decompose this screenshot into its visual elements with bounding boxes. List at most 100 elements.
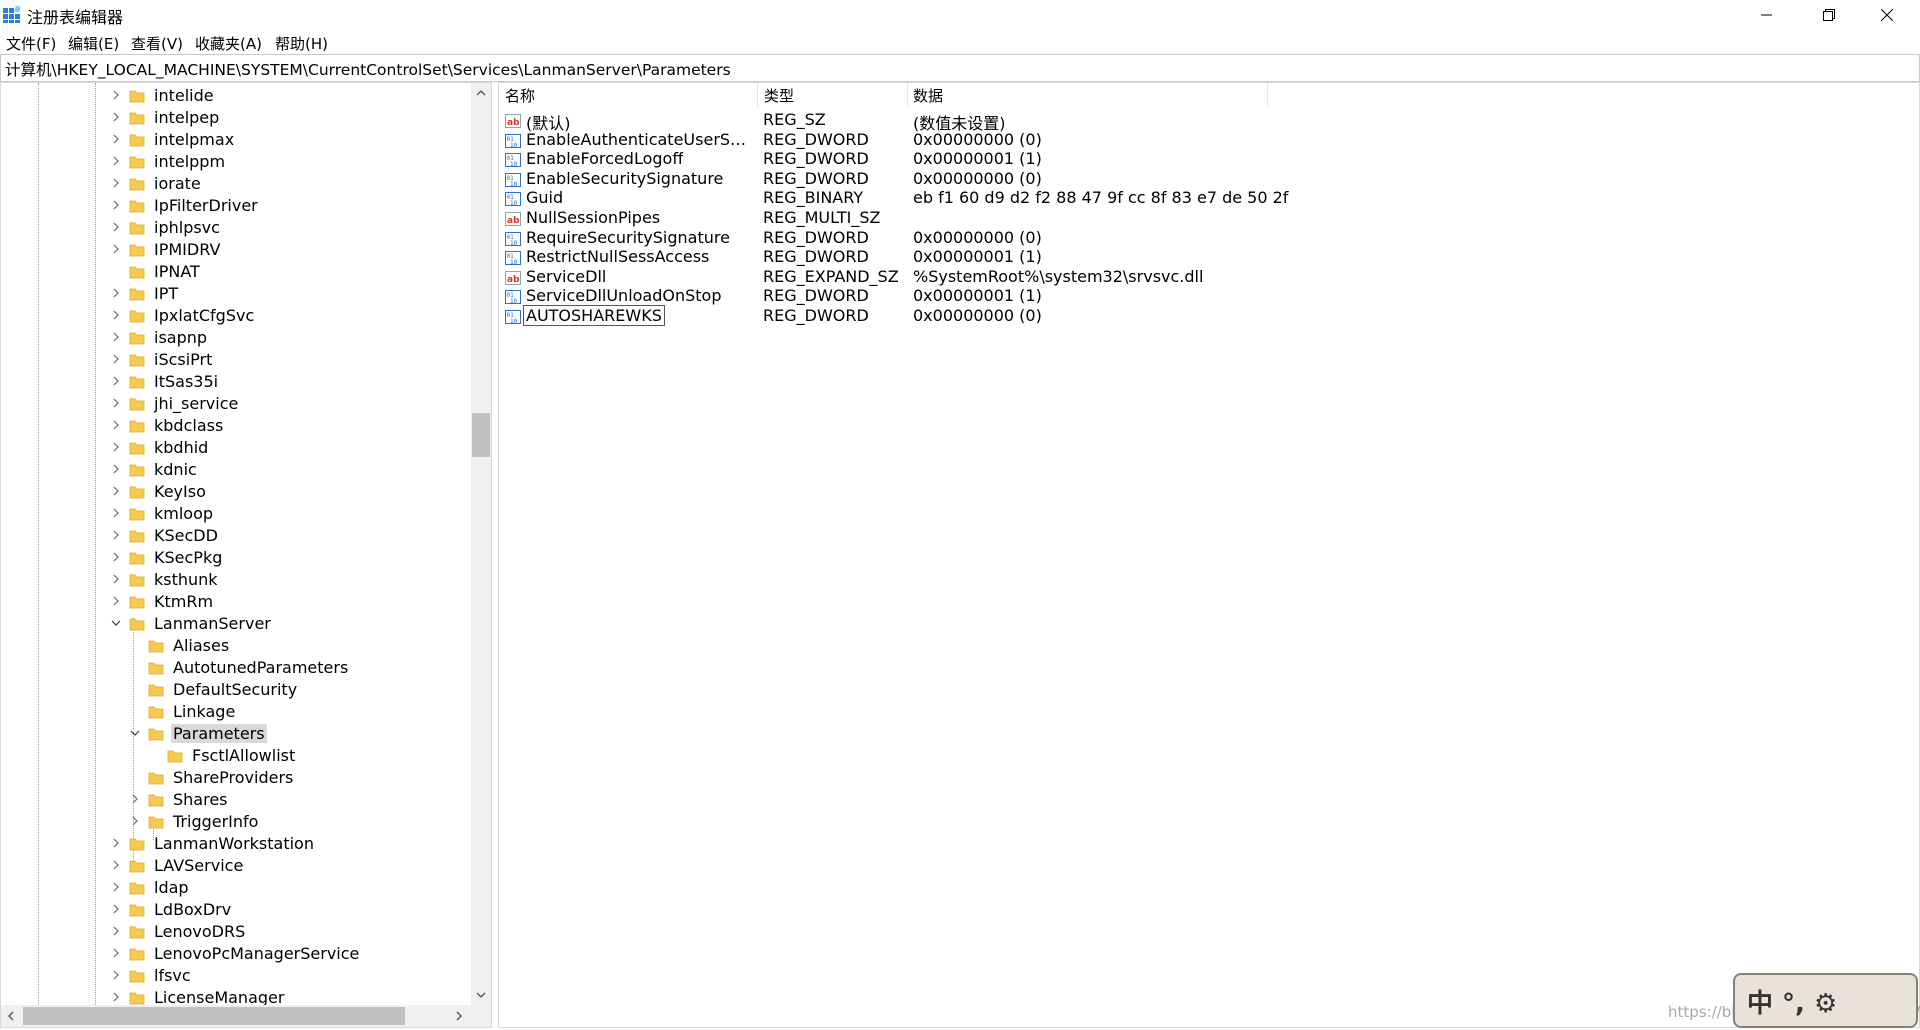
tree-node-kbdhid[interactable]: kbdhid	[109, 436, 210, 458]
tree-node-ipfilterdriver[interactable]: IpFilterDriver	[109, 194, 260, 216]
chevron-right-icon[interactable]	[109, 370, 123, 392]
tree-node-lfsvc[interactable]: lfsvc	[109, 964, 193, 986]
chevron-right-icon[interactable]	[109, 106, 123, 128]
ime-mode-indicator[interactable]: 中 °, ⚙	[1747, 983, 1837, 1020]
column-separator[interactable]	[757, 83, 758, 107]
chevron-right-icon[interactable]	[109, 414, 123, 436]
scroll-down-button[interactable]	[471, 985, 491, 1005]
scroll-left-button[interactable]	[1, 1005, 21, 1027]
menu-favorites[interactable]: 收藏夹(A)	[195, 33, 262, 54]
tree-node-triggerinfo[interactable]: TriggerInfo	[128, 810, 260, 832]
minimize-button[interactable]	[1738, 0, 1796, 30]
tree-node-ksthunk[interactable]: ksthunk	[109, 568, 220, 590]
value-row[interactable]: 01 10 AUTOSHAREWKS REG_DWORD 0x00000000 (0)	[499, 305, 1899, 329]
column-separator[interactable]	[907, 83, 908, 107]
tree-node-ipmidrv[interactable]: IPMIDRV	[109, 238, 222, 260]
tree-node-iscsiprt[interactable]: iScsiPrt	[109, 348, 214, 370]
chevron-right-icon[interactable]	[109, 876, 123, 898]
chevron-right-icon[interactable]	[109, 238, 123, 260]
chevron-right-icon[interactable]	[109, 150, 123, 172]
tree-node-iphlpsvc[interactable]: iphlpsvc	[109, 216, 222, 238]
chevron-right-icon[interactable]	[109, 854, 123, 876]
tree-node-lenovodrs[interactable]: LenovoDRS	[109, 920, 247, 942]
tree-horizontal-scrollbar[interactable]	[1, 1005, 491, 1027]
value-name[interactable]: AUTOSHAREWKS	[523, 305, 665, 326]
tree-node-iorate[interactable]: iorate	[109, 172, 203, 194]
tree-node-ktmrm[interactable]: KtmRm	[109, 590, 215, 612]
chevron-right-icon[interactable]	[109, 568, 123, 590]
menu-help[interactable]: 帮助(H)	[275, 33, 328, 54]
value-name[interactable]: EnableSecuritySignature	[526, 169, 723, 188]
values-list-pane[interactable]: 名称 类型 数据 ab (默认) REG_SZ (数值未设置) 01 10 EnableAu…	[498, 82, 1920, 1028]
tree-horizontal-scroll-thumb[interactable]	[23, 1007, 405, 1025]
scroll-right-button[interactable]	[449, 1005, 469, 1027]
chevron-right-icon[interactable]	[109, 480, 123, 502]
column-header-type[interactable]: 类型	[764, 83, 794, 107]
tree-node-ldap[interactable]: ldap	[109, 876, 191, 898]
chevron-right-icon[interactable]	[109, 964, 123, 986]
tree-node-ipxlatcfgsvc[interactable]: IpxlatCfgSvc	[109, 304, 256, 326]
tree-node-lavservice[interactable]: LAVService	[109, 854, 245, 876]
tree-node-jhi_service[interactable]: jhi_service	[109, 392, 240, 414]
chevron-right-icon[interactable]	[109, 436, 123, 458]
tree-node-kdnic[interactable]: kdnic	[109, 458, 199, 480]
chevron-down-icon[interactable]	[109, 612, 123, 634]
menu-file[interactable]: 文件(F)	[6, 33, 56, 54]
chevron-right-icon[interactable]	[109, 898, 123, 920]
chevron-right-icon[interactable]	[128, 810, 142, 832]
key-tree-pane[interactable]: intelide intelpep intelpmax intelppm iorate I…	[0, 82, 492, 1028]
chevron-right-icon[interactable]	[109, 590, 123, 612]
tree-node-intelpmax[interactable]: intelpmax	[109, 128, 236, 150]
tree-node-defaultsecurity[interactable]: DefaultSecurity	[128, 678, 299, 700]
tree-node-intelpep[interactable]: intelpep	[109, 106, 221, 128]
values-vertical-scrollbar[interactable]	[1899, 83, 1919, 1027]
tree-node-kbdclass[interactable]: kbdclass	[109, 414, 225, 436]
chevron-right-icon[interactable]	[109, 216, 123, 238]
value-name[interactable]: EnableAuthenticateUserShari...	[526, 130, 754, 149]
tree-node-parameters[interactable]: Parameters	[128, 722, 267, 744]
tree-node-aliases[interactable]: Aliases	[128, 634, 231, 656]
chevron-right-icon[interactable]	[109, 84, 123, 106]
ime-toolbar[interactable]: 中 °, ⚙	[1733, 973, 1918, 1028]
tree-vertical-scroll-thumb[interactable]	[472, 413, 490, 457]
chevron-right-icon[interactable]	[109, 326, 123, 348]
tree-vertical-scrollbar[interactable]	[471, 83, 491, 1005]
tree-node-itsas35i[interactable]: ItSas35i	[109, 370, 220, 392]
chevron-right-icon[interactable]	[109, 194, 123, 216]
tree-node-isapnp[interactable]: isapnp	[109, 326, 209, 348]
menu-edit[interactable]: 编辑(E)	[68, 33, 119, 54]
value-name[interactable]: ServiceDll	[526, 267, 606, 286]
chevron-right-icon[interactable]	[109, 546, 123, 568]
chevron-right-icon[interactable]	[109, 348, 123, 370]
tree-node-ldboxdrv[interactable]: LdBoxDrv	[109, 898, 233, 920]
chevron-down-icon[interactable]	[128, 722, 142, 744]
value-name[interactable]: EnableForcedLogoff	[526, 149, 683, 168]
column-separator[interactable]	[1267, 83, 1268, 107]
restore-button[interactable]	[1800, 0, 1858, 30]
value-name[interactable]: RestrictNullSessAccess	[526, 247, 709, 266]
tree-node-intelide[interactable]: intelide	[109, 84, 216, 106]
chevron-right-icon[interactable]	[109, 832, 123, 854]
tree-node-ipt[interactable]: IPT	[109, 282, 180, 304]
scroll-up-button[interactable]	[471, 83, 491, 103]
tree-node-lenovopcmanagerservice[interactable]: LenovoPcManagerService	[109, 942, 361, 964]
chevron-right-icon[interactable]	[109, 942, 123, 964]
chevron-right-icon[interactable]	[109, 282, 123, 304]
tree-node-keyiso[interactable]: KeyIso	[109, 480, 208, 502]
value-name[interactable]: ServiceDllUnloadOnStop	[526, 286, 722, 305]
address-bar[interactable]: 计算机\HKEY_LOCAL_MACHINE\SYSTEM\CurrentCon…	[0, 54, 1920, 82]
column-header-data[interactable]: 数据	[913, 83, 943, 107]
tree-node-lanmanserver[interactable]: LanmanServer	[109, 612, 273, 634]
chevron-right-icon[interactable]	[109, 458, 123, 480]
tree-node-ipnat[interactable]: IPNAT	[109, 260, 202, 282]
tree-node-intelppm[interactable]: intelppm	[109, 150, 227, 172]
tree-node-fsctlallowlist[interactable]: FsctlAllowlist	[147, 744, 297, 766]
chevron-right-icon[interactable]	[109, 920, 123, 942]
column-header-name[interactable]: 名称	[505, 83, 535, 107]
tree-node-linkage[interactable]: Linkage	[128, 700, 237, 722]
address-path[interactable]: 计算机\HKEY_LOCAL_MACHINE\SYSTEM\CurrentCon…	[5, 58, 731, 80]
chevron-right-icon[interactable]	[109, 524, 123, 546]
tree-node-shares[interactable]: Shares	[128, 788, 230, 810]
tree-node-autotunedparameters[interactable]: AutotunedParameters	[128, 656, 350, 678]
tree-node-ksecdd[interactable]: KSecDD	[109, 524, 220, 546]
